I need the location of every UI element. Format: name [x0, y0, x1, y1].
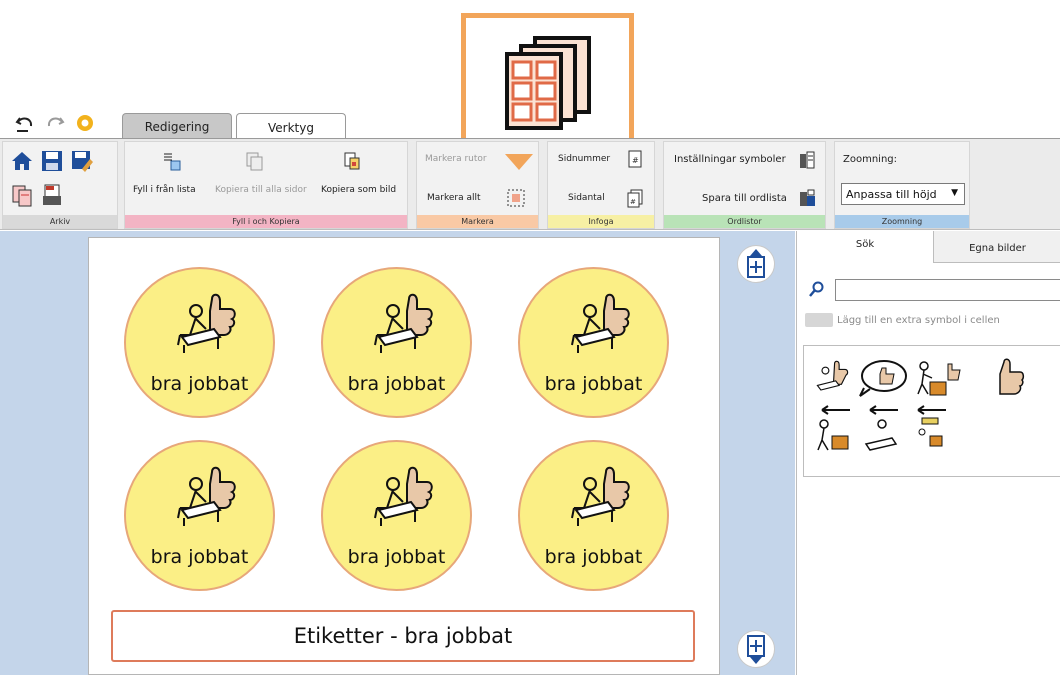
group-ordlistor: Inställningar symboler Spara till ordlis…: [663, 141, 826, 229]
thumbs-up-icon[interactable]: [992, 358, 1026, 398]
group-infoga: Sidnummer # Sidantal # Infoga: [547, 141, 655, 229]
sticker-label: bra jobbat: [544, 546, 643, 568]
good-job-symbol-icon: [571, 466, 630, 526]
copy-all-pages-button[interactable]: Kopiera till alla sidor: [215, 185, 307, 195]
group-label-zoomning: Zoomning: [835, 215, 969, 228]
symbol-result-icon[interactable]: [814, 358, 854, 398]
sticker-cell[interactable]: bra jobbat: [518, 267, 669, 418]
group-fyll-kopiera: Fyll i från lista Kopiera till alla sido…: [124, 141, 408, 229]
tab-egna-bilder[interactable]: Egna bilder: [934, 231, 1060, 263]
past-worker-icon[interactable]: [814, 404, 854, 454]
svg-text:#: #: [632, 156, 639, 165]
add-page-icon: [747, 249, 765, 278]
group-label-markera: Markera: [417, 215, 538, 228]
group-label-arkiv: Arkiv: [3, 215, 117, 228]
symbol-panel: Sök Egna bilder Lägg till en extra symbo…: [796, 231, 1060, 675]
past-builder-icon[interactable]: [910, 404, 950, 454]
sticker-label: bra jobbat: [544, 373, 643, 395]
svg-text:#: #: [630, 198, 636, 206]
copy-all-pages-icon[interactable]: [243, 150, 265, 172]
sticker-cell[interactable]: bra jobbat: [518, 440, 669, 591]
save-as-icon[interactable]: [69, 148, 95, 174]
sticker-cell[interactable]: bra jobbat: [124, 440, 275, 591]
good-job-symbol-icon: [571, 293, 630, 353]
add-extra-symbol-button[interactable]: Lägg till en extra symbol i cellen: [805, 313, 1000, 327]
home-icon[interactable]: [9, 148, 35, 174]
worker-thumbs-icon[interactable]: [914, 358, 964, 398]
sticker-cell[interactable]: bra jobbat: [321, 440, 472, 591]
sticker-cell[interactable]: bra jobbat: [321, 267, 472, 418]
speech-thumbs-icon[interactable]: [858, 358, 908, 398]
symbol-settings-icon[interactable]: [796, 149, 818, 171]
extra-symbol-label: Lägg till en extra symbol i cellen: [837, 314, 1000, 326]
fill-from-list-button[interactable]: Fyll i från lista: [133, 185, 196, 195]
page-count-button[interactable]: Sidantal: [568, 193, 605, 203]
zoom-select[interactable]: Anpassa till höjd ▼: [841, 183, 965, 205]
save-to-wordlist-button[interactable]: Spara till ordlista: [702, 193, 787, 204]
add-page-icon: [747, 635, 765, 664]
callout-tail: [505, 154, 533, 170]
save-wordlist-icon[interactable]: [796, 187, 818, 209]
search-input[interactable]: [835, 279, 1060, 301]
sticker-label: bra jobbat: [150, 373, 249, 395]
page-number-icon[interactable]: #: [624, 148, 646, 170]
good-job-symbol-icon: [374, 293, 433, 353]
page-number-button[interactable]: Sidnummer: [558, 154, 610, 164]
pages-stack-icon: [505, 36, 591, 130]
sticker-label: bra jobbat: [347, 546, 446, 568]
select-cells-button[interactable]: Markera rutor: [425, 154, 487, 164]
tab-redigering[interactable]: Redigering: [122, 113, 232, 139]
redo-icon[interactable]: [44, 112, 66, 134]
save-icon[interactable]: [39, 148, 65, 174]
symbol-results: [803, 345, 1060, 477]
good-job-symbol-icon: [177, 466, 236, 526]
search-icon: [809, 281, 825, 301]
good-job-symbol-icon: [177, 293, 236, 353]
symbol-settings-button[interactable]: Inställningar symboler: [674, 154, 786, 165]
quick-access-toolbar: [14, 110, 96, 136]
past-writer-icon[interactable]: [862, 404, 902, 454]
tab-sok[interactable]: Sök: [797, 231, 934, 263]
page-count-icon[interactable]: #: [624, 187, 646, 209]
good-job-symbol-icon: [374, 466, 433, 526]
zoom-select-value: Anpassa till höjd: [846, 187, 937, 201]
settings-icon[interactable]: [74, 112, 96, 134]
group-label-ordlistor: Ordlistor: [664, 215, 825, 228]
select-all-icon[interactable]: [505, 187, 527, 209]
add-page-below-button[interactable]: [737, 630, 775, 668]
undo-icon[interactable]: [14, 112, 36, 134]
page-title: Etiketter - bra jobbat: [293, 624, 513, 648]
copy-as-image-icon[interactable]: [341, 150, 363, 172]
tab-verktyg[interactable]: Verktyg: [236, 113, 346, 141]
page-title-cell[interactable]: Etiketter - bra jobbat: [111, 610, 695, 662]
sticker-label: bra jobbat: [347, 373, 446, 395]
copy-as-image-button[interactable]: Kopiera som bild: [321, 185, 396, 195]
extra-symbol-icon: [805, 313, 833, 327]
pdf-icon[interactable]: [39, 182, 65, 208]
group-arkiv: Arkiv: [2, 141, 118, 229]
print-preview-icon[interactable]: [9, 182, 35, 208]
group-label-infoga: Infoga: [548, 215, 654, 228]
zoom-label: Zoomning:: [843, 154, 897, 165]
callout-highlight: [461, 13, 634, 157]
add-page-above-button[interactable]: [737, 245, 775, 283]
fill-from-list-icon[interactable]: [161, 150, 183, 172]
chevron-down-icon: ▼: [951, 188, 958, 198]
sticker-cell[interactable]: bra jobbat: [124, 267, 275, 418]
select-all-button[interactable]: Markera allt: [427, 193, 481, 203]
group-label-fyll: Fyll i och Kopiera: [125, 215, 407, 228]
sticker-label: bra jobbat: [150, 546, 249, 568]
